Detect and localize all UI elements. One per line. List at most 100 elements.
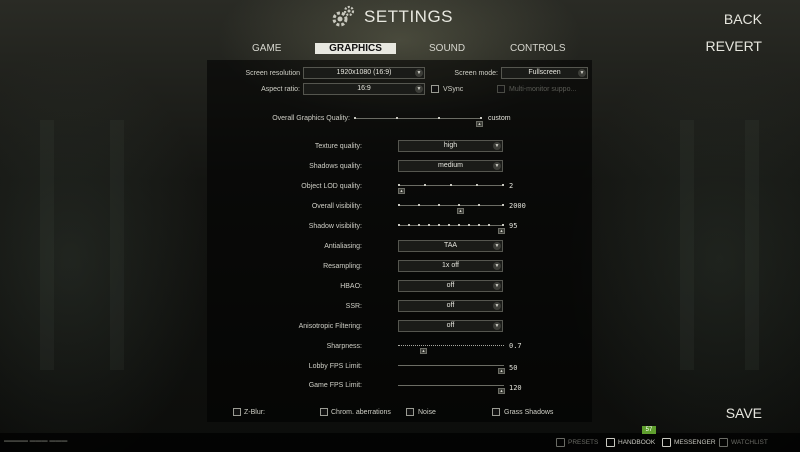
lod-quality-label: Object LOD quality: [301,183,362,190]
chevron-down-icon: ▼ [578,69,586,77]
ssr-label: SSR: [345,303,362,310]
overall-visibility-slider[interactable]: ▲ [398,201,504,215]
chat-icon [662,438,671,447]
messenger-label: MESSENGER [674,439,716,446]
screen-resolution-select[interactable]: 1920x1080 (16:9) ▼ [303,67,425,79]
multi-monitor-checkbox[interactable] [497,85,505,93]
slider-tick [478,224,480,226]
overall-quality-slider[interactable]: ▲ [354,114,483,128]
shadows-quality-label: Shadows quality: [309,163,362,170]
chevron-down-icon: ▼ [493,142,501,150]
shadows-quality-select[interactable]: medium ▼ [398,160,503,172]
overall-quality-label: Overall Graphics Quality: [272,115,350,122]
resampling-select[interactable]: 1x off ▼ [398,260,503,272]
chevron-down-icon: ▼ [493,282,501,290]
slider-tick [450,184,452,186]
slider-tick [448,224,450,226]
hbao-label: HBAO: [340,283,362,290]
slider-tick [396,117,398,119]
game-fps-slider[interactable]: ▲ [398,381,505,395]
overall-quality-value: custom [488,115,511,122]
slider-tick [418,224,420,226]
chevron-down-icon: ▼ [415,69,423,77]
slider-tick [480,117,482,119]
overall-visibility-label: Overall visibility: [311,203,362,210]
handbook-button[interactable]: HANDBOOK [606,438,655,447]
antialiasing-value: TAA [443,242,458,249]
save-button[interactable]: SAVE [726,405,762,421]
hbao-value: off [446,282,455,289]
background-decoration [40,120,54,370]
tab-controls[interactable]: CONTROLS [510,43,566,54]
back-button[interactable]: BACK [724,11,762,27]
tab-game[interactable]: GAME [252,43,281,54]
aspect-ratio-select[interactable]: 16:9 ▼ [303,83,425,95]
lod-quality-slider[interactable]: ▲ [398,181,504,195]
slider-tick [458,224,460,226]
slider-tick [398,184,400,186]
texture-quality-label: Texture quality: [314,143,362,150]
slider-tick [398,224,400,226]
slider-tick [438,224,440,226]
shadow-visibility-slider[interactable]: ▲ [398,221,505,235]
tab-graphics[interactable]: GRAPHICS [315,43,396,54]
slider-thumb[interactable]: ▲ [498,228,505,234]
background-decoration [680,120,694,370]
slider-thumb[interactable]: ▲ [498,388,505,394]
zblur-checkbox[interactable] [233,408,241,416]
vsync-checkbox[interactable] [431,85,439,93]
resampling-value: 1x off [442,262,459,269]
shadow-visibility-value: 95 [509,222,518,230]
noise-checkbox[interactable] [406,408,414,416]
slider-tick [424,184,426,186]
anisotropic-select[interactable]: off ▼ [398,320,503,332]
slider-thumb[interactable]: ▲ [476,121,483,127]
chevron-down-icon: ▼ [493,242,501,250]
anisotropic-value: off [446,322,455,329]
messenger-button[interactable]: MESSENGER [662,438,716,447]
chevron-down-icon: ▼ [415,85,423,93]
slider-track [354,118,482,119]
screen-mode-value: Fullscreen [528,69,561,76]
slider-tick [354,117,356,119]
grass-shadows-checkbox[interactable] [492,408,500,416]
shadow-visibility-label: Shadow visibility: [308,223,362,230]
slider-thumb[interactable]: ▲ [457,208,464,214]
chromatic-aberrations-checkbox[interactable] [320,408,328,416]
screen-mode-select[interactable]: Fullscreen ▼ [501,67,588,79]
screen-resolution-label: Screen resolution [245,70,300,77]
lobby-fps-slider[interactable]: ▲ [398,361,505,375]
sharpness-slider[interactable]: ▲ [398,341,504,355]
slider-tick [468,224,470,226]
shadows-quality-value: medium [438,162,463,169]
slider-tick [502,184,504,186]
hbao-select[interactable]: off ▼ [398,280,503,292]
slider-thumb[interactable]: ▲ [498,368,505,374]
slider-tick [438,117,440,119]
slider-tick [418,204,420,206]
slider-thumb[interactable]: ▲ [420,348,427,354]
lobby-fps-label: Lobby FPS Limit: [308,363,362,370]
anisotropic-label: Anisotropic Filtering: [298,323,362,330]
version-text: ▬▬▬▬ ▬▬▬ ▬▬▬ [4,438,68,444]
sharpness-label: Sharpness: [326,343,362,350]
watchlist-button[interactable]: WATCHLIST [719,438,768,447]
ssr-select[interactable]: off ▼ [398,300,503,312]
antialiasing-select[interactable]: TAA ▼ [398,240,503,252]
chevron-down-icon: ▼ [493,322,501,330]
slider-tick [428,224,430,226]
slider-track [398,205,504,206]
slider-tick [476,184,478,186]
chevron-down-icon: ▼ [493,162,501,170]
texture-quality-select[interactable]: high ▼ [398,140,503,152]
presets-icon [556,438,565,447]
watchlist-label: WATCHLIST [731,439,768,446]
presets-button[interactable]: PRESETS [556,438,598,447]
vsync-label: VSync [443,86,464,93]
tab-sound[interactable]: SOUND [429,43,465,54]
slider-track [398,365,504,366]
slider-thumb[interactable]: ▲ [398,188,405,194]
screen-resolution-value: 1920x1080 (16:9) [336,69,392,76]
lobby-fps-value: 50 [509,364,518,372]
grass-shadows-label: Grass Shadows [504,409,554,416]
